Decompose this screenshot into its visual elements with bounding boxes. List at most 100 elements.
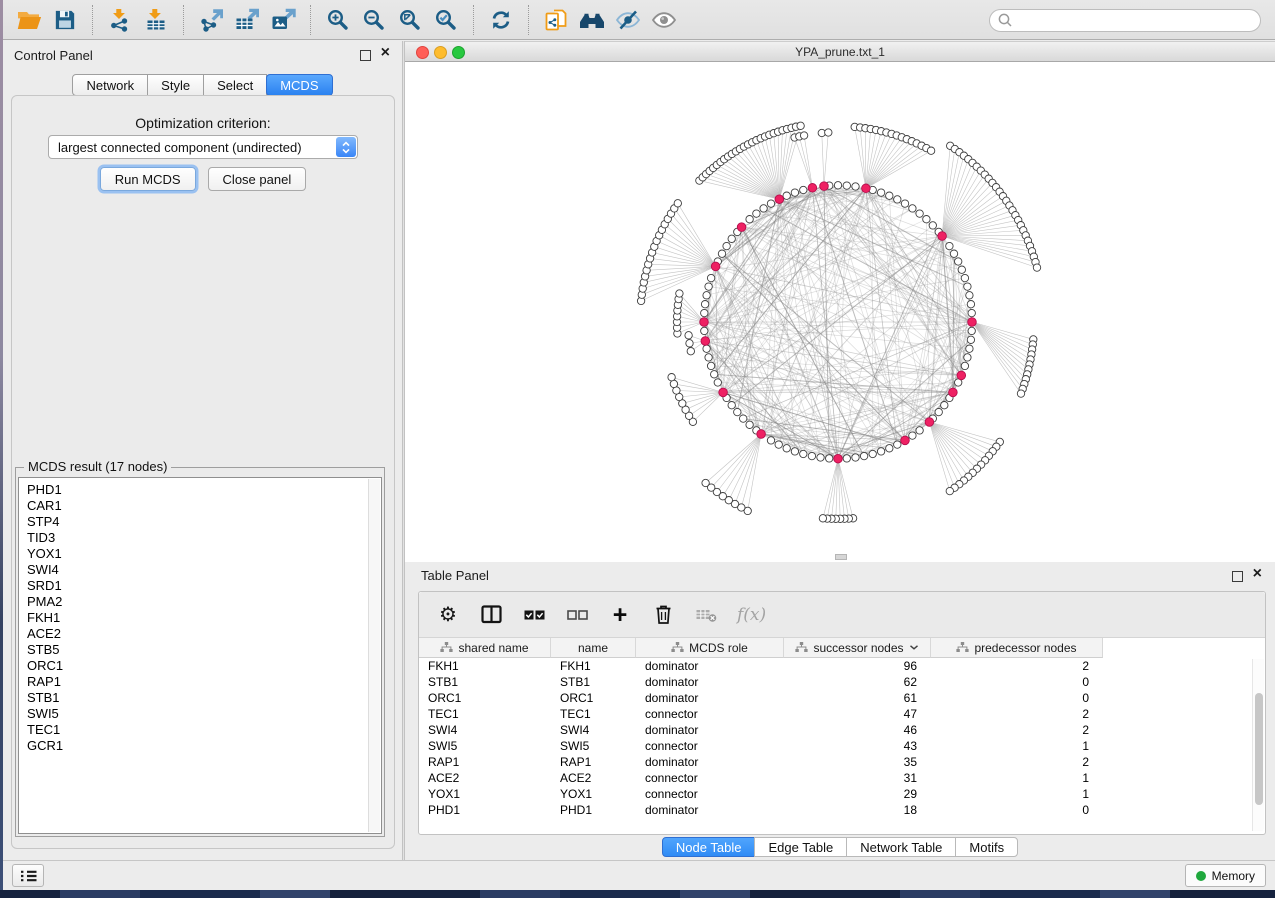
column-header-shared-name[interactable]: shared name [419, 638, 551, 658]
table-cell: ORC1 [551, 690, 636, 706]
mcds-result-item[interactable]: SWI5 [19, 706, 368, 722]
table-row[interactable]: STB1STB1dominator620 [419, 674, 1252, 690]
import-table-button[interactable] [138, 4, 174, 36]
mcds-result-item[interactable]: PHD1 [19, 482, 368, 498]
refresh-layout-button[interactable] [483, 4, 519, 36]
close-panel-button[interactable]: Close panel [208, 167, 307, 191]
zoom-selected-button[interactable] [428, 4, 464, 36]
tab-network-table[interactable]: Network Table [846, 837, 956, 857]
table-row[interactable]: TEC1TEC1connector472 [419, 706, 1252, 722]
table-row[interactable]: ACE2ACE2connector311 [419, 770, 1252, 786]
tab-network[interactable]: Network [72, 74, 148, 96]
table-row[interactable]: ORC1ORC1dominator610 [419, 690, 1252, 706]
delete-entry-icon[interactable] [651, 601, 675, 629]
column-header-successor-nodes[interactable]: successor nodes [784, 638, 931, 658]
table-cell: TEC1 [551, 706, 636, 722]
mcds-result-item[interactable]: CAR1 [19, 498, 368, 514]
hierarchy-icon [671, 642, 684, 653]
table-cell: 2 [931, 722, 1103, 738]
tab-style[interactable]: Style [147, 74, 204, 96]
memory-label: Memory [1212, 869, 1255, 883]
export-table-button[interactable] [229, 4, 265, 36]
mcds-result-item[interactable]: TEC1 [19, 722, 368, 738]
table-cell: 46 [784, 722, 931, 738]
criterion-dropdown[interactable]: largest connected component (undirected) [48, 135, 358, 159]
table-cell: SWI5 [551, 738, 636, 754]
table-cell: 35 [784, 754, 931, 770]
table-cell: connector [636, 770, 784, 786]
table-cell: 62 [784, 674, 931, 690]
mcds-result-scrollbar[interactable] [368, 479, 380, 832]
mcds-result-list[interactable]: PHD1CAR1STP4TID3YOX1SWI4SRD1PMA2FKH1ACE2… [18, 477, 382, 834]
tab-motifs[interactable]: Motifs [955, 837, 1018, 857]
float-table-panel-icon[interactable] [1232, 571, 1243, 582]
clone-network-button[interactable] [538, 4, 574, 36]
column-label: MCDS role [689, 641, 748, 655]
network-canvas[interactable] [405, 62, 1275, 562]
mcds-result-item[interactable]: STB1 [19, 690, 368, 706]
tab-edge-table[interactable]: Edge Table [754, 837, 847, 857]
table-scrollbar[interactable] [1252, 659, 1264, 831]
table-header-row: shared namename MCDS role successor nodesp… [419, 638, 1252, 658]
export-network-button[interactable] [193, 4, 229, 36]
deselect-all-icon[interactable] [565, 601, 589, 629]
main-toolbar [3, 0, 1275, 40]
hierarchy-icon [440, 642, 453, 653]
task-history-button[interactable] [12, 864, 44, 887]
toolbar-separator [473, 5, 474, 35]
tab-mcds[interactable]: MCDS [266, 74, 332, 96]
show-all-button[interactable] [646, 4, 682, 36]
float-panel-icon[interactable] [360, 50, 371, 61]
splitter-handle[interactable] [835, 554, 847, 560]
delete-table-icon [694, 601, 718, 629]
close-panel-icon[interactable]: × [381, 43, 390, 63]
table-cell: 2 [931, 706, 1103, 722]
table-cell: connector [636, 706, 784, 722]
mcds-result-item[interactable]: SWI4 [19, 562, 368, 578]
mcds-result-item[interactable]: STB5 [19, 642, 368, 658]
mcds-result-item[interactable]: RAP1 [19, 674, 368, 690]
tab-node-table[interactable]: Node Table [662, 837, 756, 857]
export-image-button[interactable] [265, 4, 301, 36]
mcds-result-item[interactable]: TID3 [19, 530, 368, 546]
table-scrollbar-thumb[interactable] [1255, 693, 1263, 805]
mcds-result-item[interactable]: ORC1 [19, 658, 368, 674]
column-header-name[interactable]: name [551, 638, 636, 658]
close-table-panel-icon[interactable]: × [1253, 564, 1262, 584]
table-row[interactable]: FKH1FKH1dominator962 [419, 658, 1252, 674]
memory-button[interactable]: Memory [1185, 864, 1266, 887]
save-session-button[interactable] [47, 4, 83, 36]
mcds-result-title: MCDS result (17 nodes) [24, 459, 171, 474]
mcds-result-item[interactable]: PMA2 [19, 594, 368, 610]
mcds-result-item[interactable]: YOX1 [19, 546, 368, 562]
select-all-icon[interactable] [522, 601, 546, 629]
open-session-button[interactable] [11, 4, 47, 36]
mcds-result-item[interactable]: FKH1 [19, 610, 368, 626]
network-window-titlebar[interactable]: YPA_prune.txt_1 [405, 41, 1275, 62]
search-input[interactable] [989, 9, 1261, 32]
mcds-result-item[interactable]: ACE2 [19, 626, 368, 642]
zoom-out-button[interactable] [356, 4, 392, 36]
add-entry-icon[interactable]: + [608, 601, 632, 629]
column-header-predecessor-nodes[interactable]: predecessor nodes [931, 638, 1103, 658]
mcds-result-item[interactable]: GCR1 [19, 738, 368, 754]
first-neighbors-button[interactable] [574, 4, 610, 36]
table-row[interactable]: RAP1RAP1dominator352 [419, 754, 1252, 770]
column-chooser-icon[interactable] [479, 601, 503, 629]
table-row[interactable]: SWI4SWI4dominator462 [419, 722, 1252, 738]
column-header-MCDS-role[interactable]: MCDS role [636, 638, 784, 658]
tab-select[interactable]: Select [203, 74, 267, 96]
import-network-button[interactable] [102, 4, 138, 36]
mcds-result-item[interactable]: SRD1 [19, 578, 368, 594]
table-cell: PHD1 [551, 802, 636, 818]
mcds-result-item[interactable]: STP4 [19, 514, 368, 530]
zoom-fit-button[interactable] [392, 4, 428, 36]
run-mcds-button[interactable]: Run MCDS [100, 167, 196, 191]
table-cell: 1 [931, 770, 1103, 786]
table-row[interactable]: YOX1YOX1connector291 [419, 786, 1252, 802]
table-row[interactable]: PHD1PHD1dominator180 [419, 802, 1252, 818]
table-settings-icon[interactable]: ⚙ [436, 601, 460, 629]
table-row[interactable]: SWI5SWI5connector431 [419, 738, 1252, 754]
hide-selected-button[interactable] [610, 4, 646, 36]
zoom-in-button[interactable] [320, 4, 356, 36]
